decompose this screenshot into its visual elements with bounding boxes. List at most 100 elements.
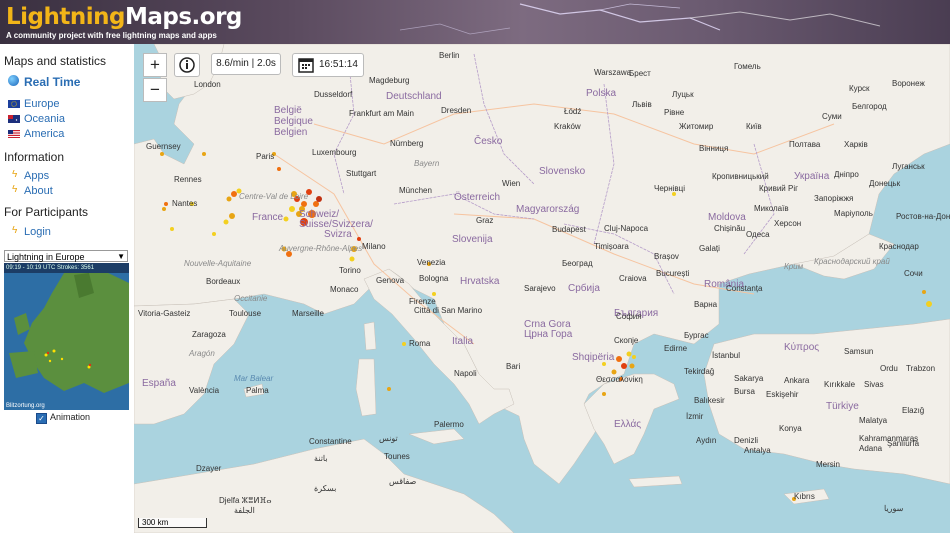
map-label-city: Balıkesir: [694, 396, 725, 405]
map-label-city: Konya: [779, 424, 802, 433]
map-label-city: Djelfa ⵣⴻⵍⴼⴰ: [219, 496, 272, 505]
map-label-city: Київ: [746, 122, 762, 131]
map-label-country: Österreich: [454, 192, 501, 203]
checkbox-checked-icon[interactable]: ✓: [36, 413, 47, 424]
map-label-city: Şanlıurfa: [887, 439, 920, 448]
lightning-map[interactable]: Deutschland Polska France Magyarország Ö…: [134, 44, 950, 533]
us-flag-icon: [8, 130, 20, 138]
map-label-city: Marseille: [292, 309, 325, 318]
map-label-city: Kırıkkale: [824, 380, 856, 389]
europe-lightning-thumbnail[interactable]: 09:19 - 10:19 UTC Strokes: 3561 Blitzort…: [4, 263, 129, 410]
map-label-city: Chișinău: [714, 224, 746, 233]
thumbnail-map-image: [9, 271, 129, 393]
map-label-city: Trabzon: [906, 364, 936, 373]
map-label-city: Суми: [822, 112, 842, 121]
map-label-city: Sarajevo: [524, 284, 556, 293]
map-label-country: Italia: [452, 336, 474, 347]
map-label-city: Полтава: [789, 140, 821, 149]
map-label-country: Deutschland: [386, 91, 442, 102]
map-label-city: Луганськ: [892, 162, 925, 171]
map-label-city: Sakarya: [734, 374, 764, 383]
map-label-city: Mersin: [816, 460, 841, 469]
map-label-city: Львів: [632, 100, 652, 109]
map-label-region: Bayern: [414, 159, 440, 168]
nav-realtime[interactable]: Real Time: [24, 75, 80, 89]
map-label-city: Гомель: [734, 62, 761, 71]
animation-toggle[interactable]: ✓ Animation: [36, 412, 90, 424]
map-label-country: Moldova: [708, 212, 746, 223]
map-label-country: España: [142, 378, 176, 389]
map-label-city: München: [399, 186, 432, 195]
map-label-city: Рівне: [664, 108, 685, 117]
stroke-rate-display: 8.6/min | 2.0s: [211, 53, 281, 75]
map-scale: 300 km: [138, 518, 207, 528]
map-label-city: Dzayer: [196, 464, 222, 473]
time-value: 16:51:14: [319, 59, 358, 70]
nav-about[interactable]: About: [24, 185, 53, 197]
map-label-country: Κύπρος: [784, 342, 820, 353]
nav-europe[interactable]: Europe: [24, 98, 59, 110]
map-label-city: Vitoria-Gasteiz: [138, 309, 191, 318]
map-label-city: Palma: [246, 386, 269, 395]
map-label-city: Сочи: [904, 269, 923, 278]
map-label-city: Milano: [362, 242, 386, 251]
map-label-country: België: [274, 105, 302, 116]
map-label-city: Constanța: [726, 284, 763, 293]
nav-america[interactable]: America: [24, 128, 64, 140]
map-label-city: Frankfurt am Main: [349, 109, 414, 118]
info-icon: [179, 57, 195, 73]
map-label-city: București: [656, 269, 690, 278]
map-label-city: Malatya: [859, 416, 888, 425]
map-label-city: Ordu: [880, 364, 898, 373]
map-label-city: Nürnberg: [390, 139, 424, 148]
globe-icon: [8, 75, 19, 86]
map-label-city: Одеса: [746, 230, 770, 239]
map-label-city: Magdeburg: [369, 76, 410, 85]
info-button[interactable]: [174, 53, 200, 77]
map-label-city: София: [616, 312, 642, 321]
logo-maps[interactable]: Maps.org: [125, 4, 242, 30]
map-label-country: Česko: [474, 136, 503, 147]
map-label-city: Craiova: [619, 274, 647, 283]
nav-login[interactable]: Login: [24, 226, 51, 238]
logo-lightning[interactable]: Lightning: [6, 4, 125, 30]
map-label-city: Кривий Ріг: [759, 184, 799, 193]
nav-oceania[interactable]: Oceania: [24, 113, 65, 125]
map-label-city: Elazığ: [902, 406, 925, 415]
map-label-country: Belgique: [274, 116, 313, 127]
calendar-icon: [298, 58, 314, 73]
zoom-in-button[interactable]: +: [143, 53, 167, 77]
map-label-city: Sivas: [864, 380, 884, 389]
map-label-city: Београд: [562, 259, 593, 268]
nav-apps[interactable]: Apps: [24, 170, 49, 182]
thumbnail-header: 09:19 - 10:19 UTC Strokes: 3561: [4, 263, 129, 273]
map-label-city: Città di San Marino: [414, 306, 483, 315]
map-label-city: Eskişehir: [766, 390, 799, 399]
map-label-region: Occitanie: [234, 294, 268, 303]
map-label-city: Stuttgart: [346, 169, 377, 178]
animation-label: Animation: [50, 412, 91, 422]
map-label-city: Firenze: [409, 297, 436, 306]
map-label-region: Nouvelle-Aquitaine: [184, 259, 252, 268]
map-label-city: València: [189, 386, 220, 395]
site-logo[interactable]: LightningMaps.org: [6, 4, 242, 30]
zoom-out-button[interactable]: −: [143, 78, 167, 102]
map-label-city: Cluj-Napoca: [604, 224, 649, 233]
map-label-city: Constantine: [309, 437, 352, 446]
map-label-city: Курск: [849, 84, 870, 93]
map-label-city: London: [194, 80, 221, 89]
map-label-city: Бургас: [684, 331, 709, 340]
map-region-select[interactable]: Lightning in Europe ▼: [4, 250, 128, 262]
map-label-city: Bologna: [419, 274, 449, 283]
map-label-city: Paris: [256, 152, 275, 161]
map-label-city: Venezia: [417, 258, 446, 267]
map-label-city: Bordeaux: [206, 277, 241, 286]
map-label-city: Запоріжжя: [814, 194, 854, 203]
section-participants-title: For Participants: [4, 205, 89, 219]
map-label-city: Кропивницький: [712, 172, 769, 181]
map-label-city: Ростов-на-Дону: [896, 212, 950, 221]
bolt-icon: ϟ: [12, 169, 18, 180]
map-label-city: İzmir: [686, 412, 704, 421]
time-display[interactable]: 16:51:14: [292, 53, 364, 77]
map-label-city: Θεσσαλονίκη: [596, 375, 643, 384]
